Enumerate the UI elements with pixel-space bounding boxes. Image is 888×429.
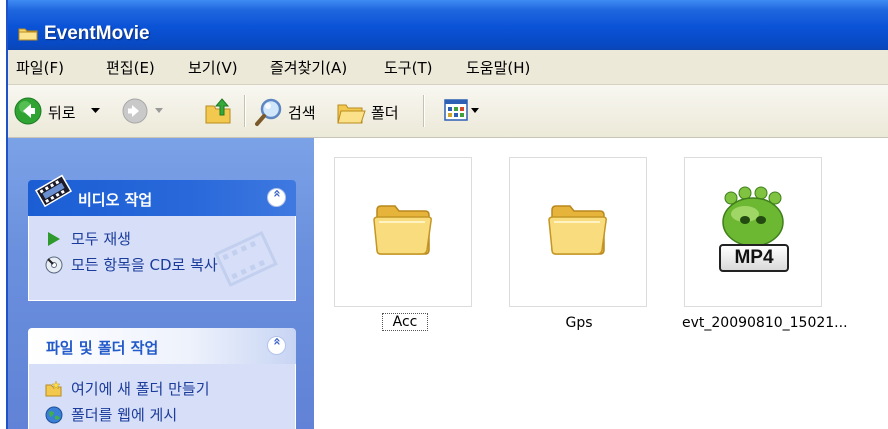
folders-button-label[interactable]: 폴더 xyxy=(371,102,399,123)
folder-tile-gps[interactable] xyxy=(509,157,647,307)
views-icon[interactable] xyxy=(444,99,468,121)
file-folder-tasks-body: 여기에 새 폴더 만들기 폴더를 웹에 게시 xyxy=(28,364,296,429)
publish-to-web-label: 폴더를 웹에 게시 xyxy=(71,406,178,424)
menu-file[interactable]: 파일(F) xyxy=(16,57,64,78)
cd-icon xyxy=(45,256,63,274)
chevron-up-icon: « xyxy=(269,189,284,198)
views-dropdown-icon[interactable] xyxy=(471,108,479,113)
copy-to-cd-label: 모든 항목을 CD로 복사 xyxy=(71,256,218,274)
menu-bar: 파일(F) 편집(E) 보기(V) 즐겨찾기(A) 도구(T) 도움말(H) xyxy=(8,50,888,85)
menu-tools[interactable]: 도구(T) xyxy=(384,57,432,78)
toolbar: 뒤로 검색 폴더 xyxy=(8,85,888,138)
forward-arrow-icon[interactable] xyxy=(122,98,148,124)
play-all-label: 모두 재생 xyxy=(71,230,131,248)
menu-view[interactable]: 보기(V) xyxy=(188,57,238,78)
film-watermark-icon xyxy=(214,231,278,287)
menu-favorites[interactable]: 즐겨찾기(A) xyxy=(270,57,347,78)
folder-icon xyxy=(373,205,432,255)
file-list: Acc Gps MP4 evt_20090810_15021... xyxy=(314,138,888,429)
toolbar-separator xyxy=(423,95,425,127)
title-bar[interactable]: EventMovie xyxy=(8,0,888,50)
globe-icon xyxy=(45,406,63,424)
search-button-label[interactable]: 검색 xyxy=(288,102,316,123)
video-file-tile[interactable]: MP4 xyxy=(684,157,822,307)
collapse-file-tasks-button[interactable]: « xyxy=(267,336,286,355)
back-dropdown-icon[interactable] xyxy=(91,108,100,114)
chevron-up-icon: « xyxy=(269,337,284,346)
menu-edit[interactable]: 편집(E) xyxy=(106,57,155,78)
menu-help[interactable]: 도움말(H) xyxy=(466,57,530,78)
forward-dropdown-icon[interactable] xyxy=(155,108,163,113)
play-icon xyxy=(48,232,60,246)
search-icon[interactable] xyxy=(254,97,284,127)
folders-icon[interactable] xyxy=(336,99,366,125)
folder-icon xyxy=(18,28,38,41)
file-name-acc[interactable]: Acc xyxy=(382,313,428,331)
video-tasks-title: 비디오 작업 xyxy=(78,191,153,209)
file-folder-tasks-header[interactable]: 파일 및 폴더 작업 « xyxy=(28,328,296,364)
video-tasks-header[interactable]: 비디오 작업 « xyxy=(28,174,296,216)
toolbar-separator xyxy=(244,95,246,127)
file-name-video[interactable]: evt_20090810_15021... xyxy=(682,315,848,331)
file-name-gps[interactable]: Gps xyxy=(559,315,599,331)
file-folder-tasks-group: 파일 및 폴더 작업 « 여기에 새 폴더 만들기 폴더를 웹에 게시 xyxy=(28,328,296,429)
back-button-label[interactable]: 뒤로 xyxy=(48,102,76,123)
up-folder-icon[interactable] xyxy=(204,97,234,125)
collapse-video-tasks-button[interactable]: « xyxy=(267,188,286,207)
new-folder-label: 여기에 새 폴더 만들기 xyxy=(71,380,210,398)
film-icon xyxy=(34,174,73,208)
back-arrow-icon[interactable] xyxy=(14,97,42,125)
window-title: EventMovie xyxy=(44,23,150,44)
file-folder-tasks-title: 파일 및 폴더 작업 xyxy=(46,339,159,357)
task-pane: 비디오 작업 « 모두 재생 모든 항목을 CD로 복사 파일 및 폴더 작업 … xyxy=(8,138,314,429)
video-tasks-group: 비디오 작업 « 모두 재생 모든 항목을 CD로 복사 xyxy=(28,174,296,301)
new-folder-icon xyxy=(45,380,62,397)
video-tasks-body: 모두 재생 모든 항목을 CD로 복사 xyxy=(28,216,296,301)
mp4-badge: MP4 xyxy=(719,244,789,272)
explorer-window: EventMovie 파일(F) 편집(E) 보기(V) 즐겨찾기(A) 도구(… xyxy=(6,0,888,429)
folder-tile-acc[interactable] xyxy=(334,157,472,307)
folder-icon xyxy=(548,205,607,255)
